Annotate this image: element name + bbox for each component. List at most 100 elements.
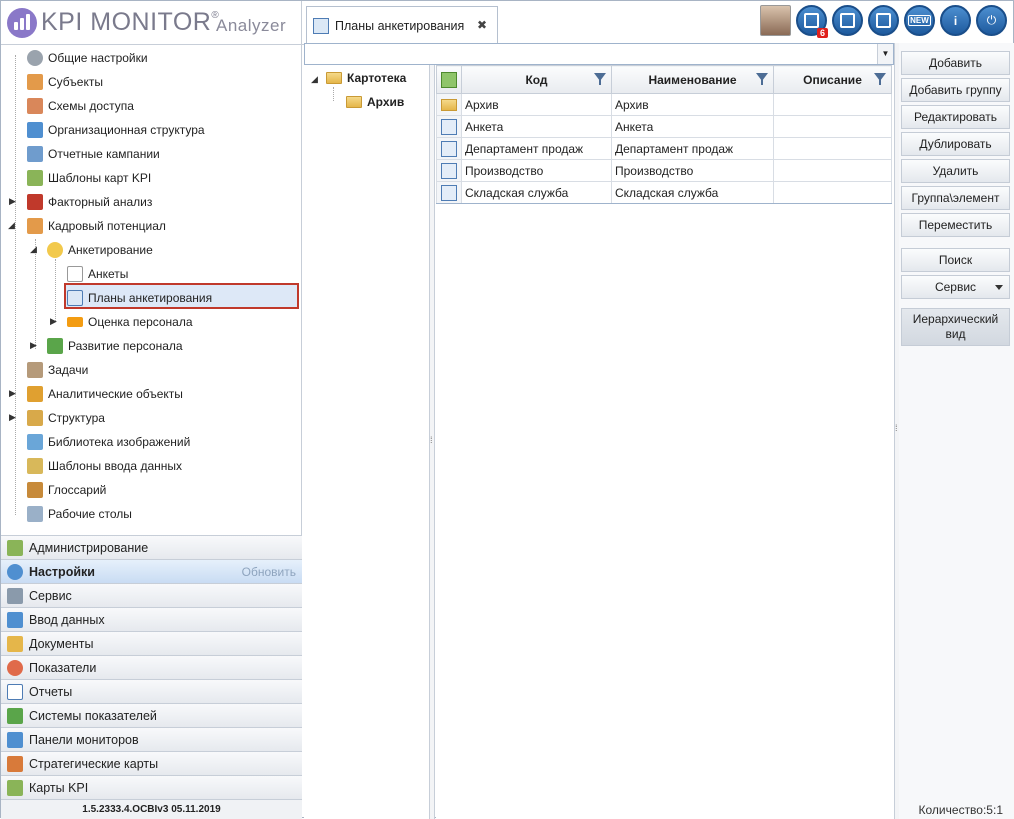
nav-item-data-templates[interactable]: Шаблоны ввода данных (27, 454, 182, 478)
systems-icon (7, 707, 23, 724)
table-row[interactable]: Производство Производство (436, 159, 892, 182)
cell-description (773, 93, 892, 116)
section-administration[interactable]: Администрирование (1, 535, 302, 559)
filter-icon[interactable] (594, 73, 606, 85)
filter-icon[interactable] (874, 73, 886, 85)
documents-icon (7, 635, 23, 652)
section-service[interactable]: Сервис (1, 583, 302, 607)
image-library-icon (27, 434, 43, 450)
collapse-arrow-icon[interactable]: ◢ (8, 220, 15, 231)
section-reports[interactable]: Отчеты (1, 679, 302, 703)
nav-item-factor-analysis[interactable]: Факторный анализ (27, 190, 152, 214)
nav-item-access-schemes[interactable]: Схемы доступа (27, 94, 134, 118)
people-icon (27, 218, 43, 234)
section-data-entry[interactable]: Ввод данных (1, 607, 302, 631)
user-avatar[interactable] (760, 5, 791, 36)
nav-item-kpi-templates[interactable]: Шаблоны карт KPI (27, 166, 151, 190)
beta-icon (27, 194, 43, 210)
nav-item-staff-assessment[interactable]: Оценка персонала (67, 310, 193, 334)
add-button[interactable]: Добавить (901, 51, 1010, 75)
toolbar-icons: 6 NEW i ⏻ (760, 5, 1007, 38)
info-icon[interactable]: i (940, 5, 971, 36)
nav-item-structure[interactable]: Структура (27, 406, 105, 430)
cell-description[interactable] (773, 181, 892, 204)
nav-item-staff-development[interactable]: Развитие персонала (47, 334, 183, 358)
table-row[interactable]: Анкета Анкета (436, 115, 892, 138)
grid-view-icon[interactable] (832, 5, 863, 36)
column-header-code[interactable]: Код (461, 65, 612, 94)
nav-item-tasks[interactable]: Задачи (27, 358, 88, 382)
expand-arrow-icon[interactable]: ▶ (9, 196, 16, 207)
nav-item-org-structure[interactable]: Организационная структура (27, 118, 205, 142)
users-lock-icon (27, 98, 43, 114)
nav-item-analytic-objects[interactable]: Аналитические объекты (27, 382, 183, 406)
nav-item-questionnaires[interactable]: Анкетирование (47, 238, 153, 262)
service-dropdown-button[interactable]: Сервис (901, 275, 1010, 299)
section-dashboards[interactable]: Панели мониторов (1, 727, 302, 751)
add-group-button[interactable]: Добавить группу (901, 78, 1010, 102)
grid-header: Код Наименование Описание (436, 65, 892, 94)
cell-code: Производство (461, 159, 612, 182)
nav-item-survey-plans[interactable]: Планы анкетирования (67, 286, 212, 310)
notifications-icon[interactable]: 6 (796, 5, 828, 38)
duplicate-button[interactable]: Дублировать (901, 132, 1010, 156)
expand-arrow-icon[interactable]: ▶ (9, 412, 16, 423)
search-input[interactable] (305, 44, 875, 64)
up-level-button[interactable] (436, 65, 462, 94)
nav-item-reporting-campaigns[interactable]: Отчетные кампании (27, 142, 160, 166)
actions-panel: Добавить Добавить группу Редактировать Д… (899, 43, 1014, 819)
tab-title: Планы анкетирования (335, 18, 465, 33)
column-header-description[interactable]: Описание (773, 65, 892, 94)
nav-item-glossary[interactable]: Глоссарий (27, 478, 106, 502)
expand-arrow-icon[interactable]: ▶ (50, 316, 57, 327)
expand-arrow-icon[interactable]: ▶ (30, 340, 37, 351)
section-kpi-cards[interactable]: Карты KPI (1, 775, 302, 799)
growth-icon (47, 338, 63, 354)
nav-item-hr-potential[interactable]: Кадровый потенциал (27, 214, 166, 238)
close-icon[interactable]: ✖ (477, 18, 487, 32)
section-settings[interactable]: Настройки Обновить (1, 559, 302, 583)
section-indicator-systems[interactable]: Системы показателей (1, 703, 302, 727)
expand-arrow-icon[interactable]: ▶ (9, 388, 16, 399)
folder-root[interactable]: Картотека (326, 71, 406, 85)
section-strategy-maps[interactable]: Стратегические карты (1, 751, 302, 775)
tab-plans[interactable]: Планы анкетирования ✖ (306, 6, 498, 44)
nav-item-subjects[interactable]: Субъекты (27, 70, 103, 94)
notebook-icon (27, 146, 43, 162)
column-header-name[interactable]: Наименование (611, 65, 774, 94)
filter-icon[interactable] (756, 73, 768, 85)
group-element-button[interactable]: Группа\элемент (901, 186, 1010, 210)
folder-archive[interactable]: Архив (346, 95, 404, 109)
delete-button[interactable]: Удалить (901, 159, 1010, 183)
home-icon (441, 71, 457, 88)
nav-item-desktops[interactable]: Рабочие столы (27, 502, 132, 526)
logo-mark-icon (7, 8, 37, 38)
nav-item-general-settings[interactable]: Общие настройки (27, 46, 148, 70)
section-indicators[interactable]: Показатели (1, 655, 302, 679)
move-button[interactable]: Переместить (901, 213, 1010, 237)
analytics-icon (27, 386, 43, 402)
splitter-handle[interactable]: ⁞ (430, 65, 435, 819)
logo-subtitle: Analyzer (216, 16, 287, 35)
collapse-arrow-icon[interactable]: ◢ (30, 244, 37, 255)
power-icon[interactable]: ⏻ (976, 5, 1007, 36)
collapse-arrow-icon[interactable]: ◢ (311, 74, 318, 85)
data-template-icon (27, 458, 43, 474)
news-icon[interactable]: NEW (904, 5, 935, 36)
refresh-link[interactable]: Обновить (242, 565, 296, 579)
admin-icon (7, 539, 23, 556)
hierarchical-view-button[interactable]: Иерархический вид (901, 308, 1010, 346)
nav-item-image-library[interactable]: Библиотека изображений (27, 430, 190, 454)
table-row-selected[interactable]: Складская служба Складская служба (436, 181, 892, 204)
table-row[interactable]: Архив Архив (436, 93, 892, 116)
book-icon (27, 482, 43, 498)
section-documents[interactable]: Документы (1, 631, 302, 655)
tools-icon (7, 587, 23, 604)
table-row[interactable]: Департамент продаж Департамент продаж (436, 137, 892, 160)
search-button[interactable]: Поиск (901, 248, 1010, 272)
chevron-down-icon[interactable]: ▼ (877, 44, 893, 64)
clipboard-icon[interactable] (868, 5, 899, 36)
edit-button[interactable]: Редактировать (901, 105, 1010, 129)
data-grid: Код Наименование Описание Архив Архив Ан… (436, 65, 894, 819)
plan-icon (441, 118, 457, 135)
